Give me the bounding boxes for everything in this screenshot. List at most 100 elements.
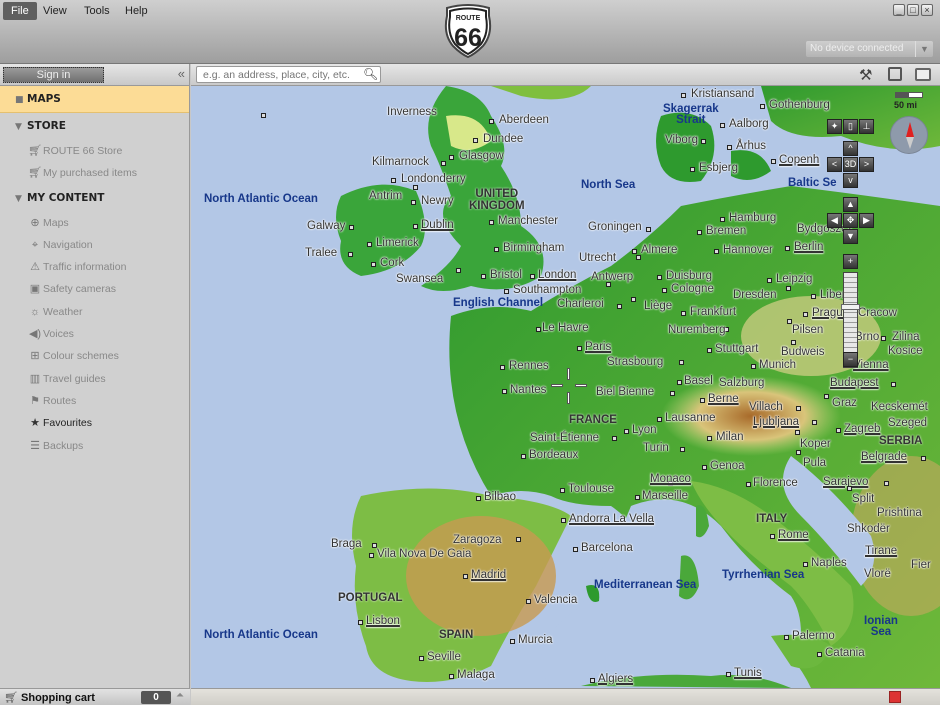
city-marker-icon[interactable] bbox=[767, 278, 772, 283]
city-marker-icon[interactable] bbox=[577, 346, 582, 351]
city-label[interactable]: London bbox=[538, 269, 576, 281]
city-label[interactable]: Swansea bbox=[396, 273, 443, 285]
city-marker-icon[interactable] bbox=[456, 268, 461, 273]
city-marker-icon[interactable] bbox=[884, 481, 889, 486]
city-marker-icon[interactable] bbox=[646, 227, 651, 232]
city-label[interactable]: Le Havre bbox=[542, 322, 589, 334]
city-label[interactable]: Monaco bbox=[650, 473, 691, 485]
city-marker-icon[interactable] bbox=[681, 93, 686, 98]
city-marker-icon[interactable] bbox=[707, 348, 712, 353]
city-marker-icon[interactable] bbox=[413, 185, 418, 190]
city-label[interactable]: Koper bbox=[800, 438, 831, 450]
city-marker-icon[interactable] bbox=[413, 224, 418, 229]
city-marker-icon[interactable] bbox=[701, 139, 706, 144]
city-marker-icon[interactable] bbox=[726, 672, 731, 677]
city-label[interactable]: Munich bbox=[759, 359, 796, 371]
city-marker-icon[interactable] bbox=[561, 518, 566, 523]
city-label[interactable]: Dresden bbox=[733, 289, 776, 301]
city-marker-icon[interactable] bbox=[476, 496, 481, 501]
city-marker-icon[interactable] bbox=[502, 389, 507, 394]
city-label[interactable]: Hannover bbox=[723, 244, 773, 256]
city-label[interactable]: Lyon bbox=[632, 424, 657, 436]
tools-icon[interactable]: ⚒ bbox=[859, 66, 872, 84]
city-marker-icon[interactable] bbox=[516, 537, 521, 542]
city-label[interactable]: Almere bbox=[641, 244, 677, 256]
sidebar-item-backups[interactable]: ☰ Backups bbox=[0, 435, 189, 457]
city-label[interactable]: Pula bbox=[803, 457, 826, 469]
city-marker-icon[interactable] bbox=[560, 488, 565, 493]
3d-toggle-button[interactable]: 3D bbox=[843, 157, 858, 172]
city-marker-icon[interactable] bbox=[784, 635, 789, 640]
city-marker-icon[interactable] bbox=[727, 145, 732, 150]
city-marker-icon[interactable] bbox=[530, 274, 535, 279]
gift-icon[interactable] bbox=[889, 691, 901, 703]
city-label[interactable]: Valencia bbox=[534, 594, 577, 606]
city-label[interactable]: Genoa bbox=[710, 460, 745, 472]
city-label[interactable]: Aberdeen bbox=[499, 114, 549, 126]
city-marker-icon[interactable] bbox=[632, 249, 637, 254]
city-marker-icon[interactable] bbox=[881, 336, 886, 341]
map-view-button[interactable]: ▯ bbox=[843, 119, 858, 134]
city-marker-icon[interactable] bbox=[510, 639, 515, 644]
sidebar-item-routes[interactable]: ⚑ Routes bbox=[0, 390, 189, 412]
city-label[interactable]: Tirane bbox=[865, 545, 897, 557]
city-marker-icon[interactable] bbox=[795, 430, 800, 435]
city-label[interactable]: Berlin bbox=[794, 241, 823, 253]
city-marker-icon[interactable] bbox=[796, 406, 801, 411]
city-label[interactable]: Kecskemét bbox=[871, 401, 928, 413]
city-marker-icon[interactable] bbox=[714, 249, 719, 254]
city-marker-icon[interactable] bbox=[449, 674, 454, 679]
city-label[interactable]: Leipzig bbox=[776, 273, 812, 285]
city-label[interactable]: Sarajevo bbox=[823, 476, 868, 488]
city-marker-icon[interactable] bbox=[369, 553, 374, 558]
city-label[interactable]: Pilsen bbox=[792, 324, 823, 336]
sign-in-button[interactable]: Sign in bbox=[3, 67, 104, 83]
rotate-right-button[interactable]: > bbox=[859, 157, 874, 172]
city-marker-icon[interactable] bbox=[679, 360, 684, 365]
city-marker-icon[interactable] bbox=[803, 312, 808, 317]
city-marker-icon[interactable] bbox=[358, 620, 363, 625]
city-marker-icon[interactable] bbox=[921, 456, 926, 461]
city-label[interactable]: Copenh bbox=[779, 154, 819, 166]
tilt-down-button[interactable]: v bbox=[843, 173, 858, 188]
city-label[interactable]: Budweis bbox=[781, 346, 824, 358]
city-label[interactable]: Madrid bbox=[471, 569, 506, 581]
section-store[interactable]: ▼ STORE bbox=[0, 113, 189, 140]
city-label[interactable]: Paris bbox=[585, 341, 611, 353]
city-label[interactable]: Nantes bbox=[510, 384, 546, 396]
city-label[interactable]: Lausanne bbox=[665, 412, 716, 424]
minimize-button[interactable]: _ bbox=[893, 4, 905, 16]
city-label[interactable]: Barcelona bbox=[581, 542, 633, 554]
city-label[interactable]: Antrim bbox=[369, 190, 402, 202]
device-select[interactable]: No device connected ▼ bbox=[806, 41, 933, 57]
city-marker-icon[interactable] bbox=[441, 161, 446, 166]
sidebar-item-favourites[interactable]: ★ Favourites bbox=[0, 412, 189, 434]
search-icon[interactable]: 🔍︎ bbox=[363, 67, 378, 81]
city-marker-icon[interactable] bbox=[702, 465, 707, 470]
city-label[interactable]: Bremen bbox=[706, 225, 746, 237]
city-label[interactable]: Southampton bbox=[513, 284, 581, 296]
city-marker-icon[interactable] bbox=[449, 155, 454, 160]
city-label[interactable]: Tunis bbox=[734, 667, 762, 679]
city-label[interactable]: Tralee bbox=[305, 247, 337, 259]
city-label[interactable]: Villach bbox=[749, 401, 783, 413]
city-label[interactable]: Brno bbox=[855, 331, 879, 343]
city-label[interactable]: Kosice bbox=[888, 345, 923, 357]
city-label[interactable]: Antwerp bbox=[591, 271, 633, 283]
satellite-view-button[interactable]: ✦ bbox=[827, 119, 842, 134]
city-label[interactable]: Londonderry bbox=[401, 173, 466, 185]
city-marker-icon[interactable] bbox=[624, 429, 629, 434]
city-label[interactable]: Belgrade bbox=[861, 451, 907, 463]
section-my-content[interactable]: ▼ MY CONTENT bbox=[0, 185, 189, 212]
city-label[interactable]: Limerick bbox=[376, 237, 419, 249]
city-label[interactable]: Liège bbox=[644, 300, 672, 312]
city-label[interactable]: Berne bbox=[708, 393, 739, 405]
city-marker-icon[interactable] bbox=[670, 391, 675, 396]
city-marker-icon[interactable] bbox=[847, 486, 852, 491]
pin-button[interactable]: ⊥ bbox=[859, 119, 874, 134]
city-label[interactable]: Budapest bbox=[830, 377, 879, 389]
city-marker-icon[interactable] bbox=[771, 159, 776, 164]
city-label[interactable]: Fier bbox=[911, 559, 931, 571]
city-label[interactable]: Zagreb bbox=[844, 423, 880, 435]
print-icon[interactable] bbox=[915, 68, 931, 81]
